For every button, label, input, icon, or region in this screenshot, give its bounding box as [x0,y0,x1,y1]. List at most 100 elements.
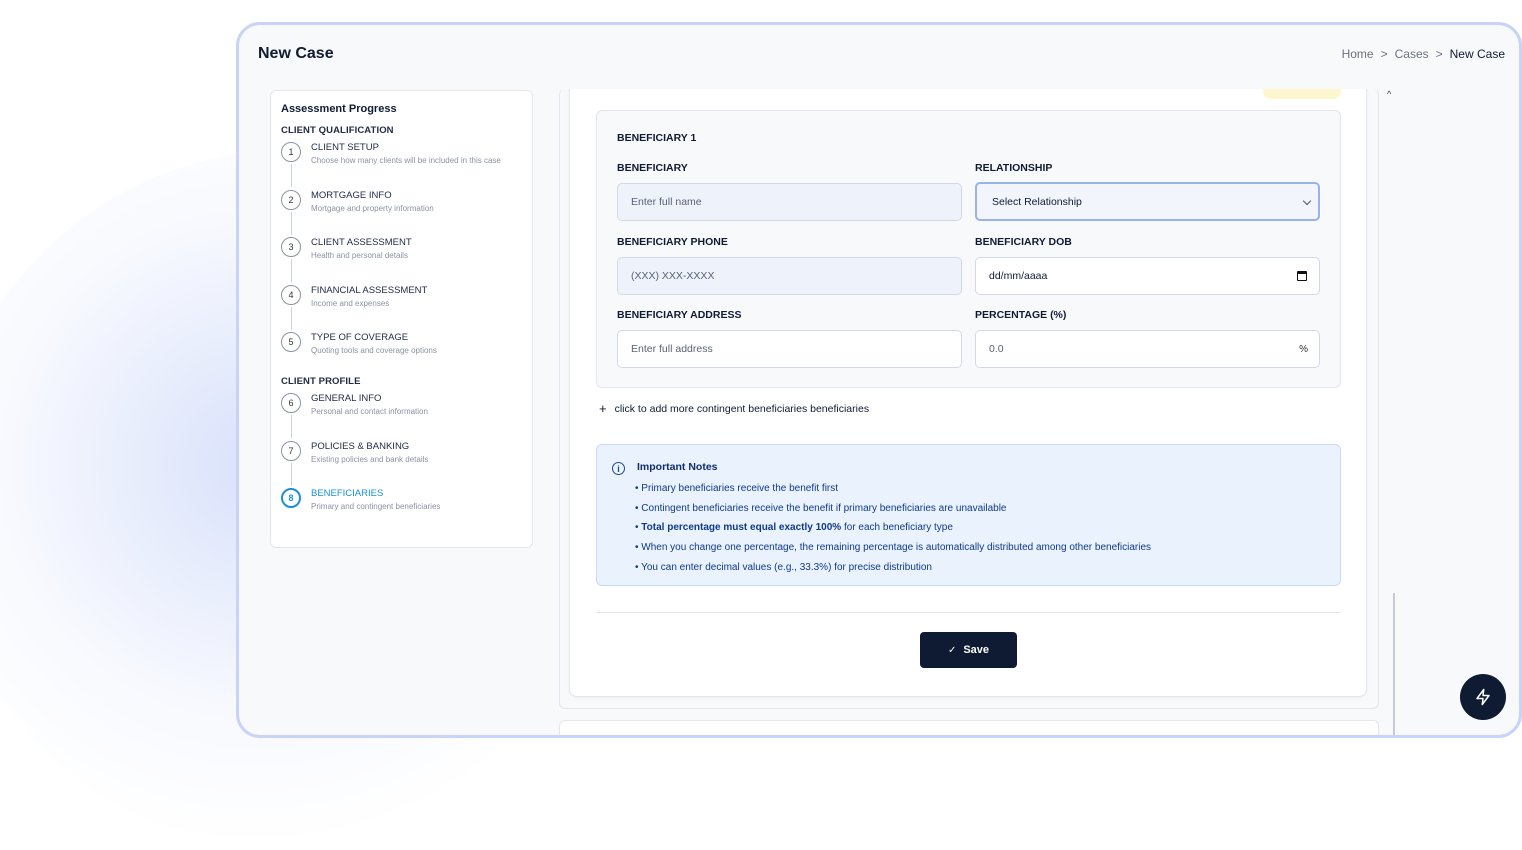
breadcrumb-home[interactable]: Home [1342,47,1374,61]
percentage-label: PERCENTAGE (%) [975,309,1067,321]
note-item: • Total percentage must equal exactly 10… [635,518,1151,538]
step-number: 5 [281,332,301,352]
note-bullet: • [635,522,639,534]
divider [596,612,1341,613]
relationship-select[interactable]: Select Relationship [975,182,1320,221]
step-title: CLIENT SETUP [311,142,379,153]
step-title: POLICIES & BANKING [311,440,410,452]
step-description: Quoting tools and coverage options [311,346,437,355]
scrollbar[interactable] [1393,593,1395,735]
step-number: 3 [281,237,301,257]
step-title: CLIENT ASSESSMENT [311,237,412,248]
beneficiary-dob-placeholder: dd/mm/aaaa [989,270,1048,282]
scroll-up-arrow-icon[interactable]: ^ [1387,89,1391,99]
step-title: MORTGAGE INFO [311,189,392,201]
top-bar: New Case Home > Cases > New Case [239,25,1519,85]
step-connector [291,306,292,330]
step-beneficiaries[interactable]: 8 BENEFICIARIES Primary and contingent b… [281,488,522,536]
beneficiary-heading: BENEFICIARY 1 [617,132,697,144]
relationship-label: RELATIONSHIP [975,162,1053,174]
step-number: 2 [281,189,301,210]
assessment-progress: Assessment Progress CLIENT QUALIFICATION… [270,90,533,548]
beneficiary-phone-placeholder: (XXX) XXX-XXXX [631,270,715,282]
percent-suffix: % [1299,343,1308,355]
app-window: New Case Home > Cases > New Case Assessm… [236,22,1522,738]
calendar-icon[interactable] [1297,271,1307,281]
chevron-right-icon: > [1380,47,1388,61]
note-item: • Contingent beneficiaries receive the b… [635,502,1007,514]
beneficiary-dob-label: BENEFICIARY DOB [975,236,1072,248]
step-number: 8 [281,488,301,508]
step-number: 6 [281,393,301,413]
step-financial-assessment[interactable]: 4 FINANCIAL ASSESSMENT Income and expens… [281,284,522,333]
quick-action-button[interactable] [1460,674,1506,720]
step-title: BENEFICIARIES [311,488,384,499]
status-pill [1263,89,1341,99]
note-bold-text: Total percentage must equal exactly 100% [641,522,842,534]
step-number: 1 [281,142,301,162]
step-connector [291,211,292,235]
breadcrumb-cases[interactable]: Cases [1395,47,1429,61]
beneficiary-address-label: BENEFICIARY ADDRESS [617,309,742,321]
info-icon: i [612,462,625,475]
chevron-down-icon [1302,196,1312,206]
step-description: Income and expenses [311,298,390,308]
notes-list: • Primary beneficiaries receive the bene… [635,479,1151,577]
chevron-right-icon: > [1435,47,1443,61]
step-description: Health and personal details [311,251,408,260]
add-contingent-label: click to add more contingent beneficiari… [614,402,870,415]
group-title-client-profile: CLIENT PROFILE [281,376,361,387]
important-notes: i Important Notes • Primary beneficiarie… [596,444,1341,586]
check-icon: ✓ [947,644,957,656]
step-connector [291,415,292,438]
beneficiary-phone-label: BENEFICIARY PHONE [617,236,728,248]
beneficiary-name-label: BENEFICIARY [617,162,688,174]
beneficiary-name-input[interactable]: Enter full name [617,183,962,221]
step-description: Existing policies and bank details [311,454,429,464]
relationship-value: Select Relationship [992,195,1082,208]
note-item: • When you change one percentage, the re… [635,542,1152,554]
step-connector [291,462,292,486]
percentage-input[interactable]: 0.0 % [975,330,1320,368]
step-general-info[interactable]: 6 GENERAL INFO Personal and contact info… [281,393,522,441]
beneficiary-address-placeholder: Enter full address [631,343,713,355]
step-client-setup[interactable]: 1 CLIENT SETUP Choose how many clients w… [281,142,522,190]
beneficiaries-card: BENEFICIARY 1 BENEFICIARY Enter full nam… [569,89,1367,697]
step-description: Primary and contingent beneficiaries [311,502,441,511]
beneficiary-box: BENEFICIARY 1 BENEFICIARY Enter full nam… [596,110,1341,388]
step-title: GENERAL INFO [311,393,382,404]
add-contingent-beneficiary-button[interactable]: + click to add more contingent beneficia… [599,401,869,416]
note-item: • You can enter decimal values (e.g., 33… [635,561,932,573]
step-number: 4 [281,284,301,305]
lightning-icon [1476,688,1490,706]
step-description: Mortgage and property information [311,203,434,213]
breadcrumb: Home > Cases > New Case [1342,47,1505,61]
step-type-of-coverage[interactable]: 5 TYPE OF COVERAGE Quoting tools and cov… [281,332,522,376]
breadcrumb-current: New Case [1449,47,1505,61]
page-title: New Case [258,45,334,62]
beneficiary-address-input[interactable]: Enter full address [617,330,962,368]
step-client-assessment[interactable]: 3 CLIENT ASSESSMENT Health and personal … [281,237,522,285]
step-description: Choose how many clients will be included… [311,156,501,165]
note-item: • Primary beneficiaries receive the bene… [635,483,839,494]
note-rest-text: for each beneficiary type [841,522,953,534]
percentage-value: 0.0 [989,343,1004,355]
step-connector [291,259,292,282]
beneficiary-dob-input[interactable]: dd/mm/aaaa [975,257,1320,295]
step-mortgage-info[interactable]: 2 MORTGAGE INFO Mortgage and property in… [281,189,522,238]
notes-title: Important Notes [637,461,718,473]
step-connector [291,164,292,187]
step-description: Personal and contact information [311,407,428,416]
progress-title: Assessment Progress [281,103,397,115]
beneficiary-name-placeholder: Enter full name [631,196,702,208]
plus-icon: + [599,401,607,416]
beneficiary-phone-input[interactable]: (XXX) XXX-XXXX [617,257,962,295]
step-number: 7 [281,440,301,461]
save-button[interactable]: ✓ Save [920,632,1017,668]
step-title: FINANCIAL ASSESSMENT [311,284,428,296]
save-label: Save [963,644,990,656]
step-policies-banking[interactable]: 7 POLICIES & BANKING Existing policies a… [281,440,522,489]
step-title: TYPE OF COVERAGE [311,332,409,343]
next-section-card [559,720,1379,735]
group-title-client-qualification: CLIENT QUALIFICATION [281,125,394,136]
